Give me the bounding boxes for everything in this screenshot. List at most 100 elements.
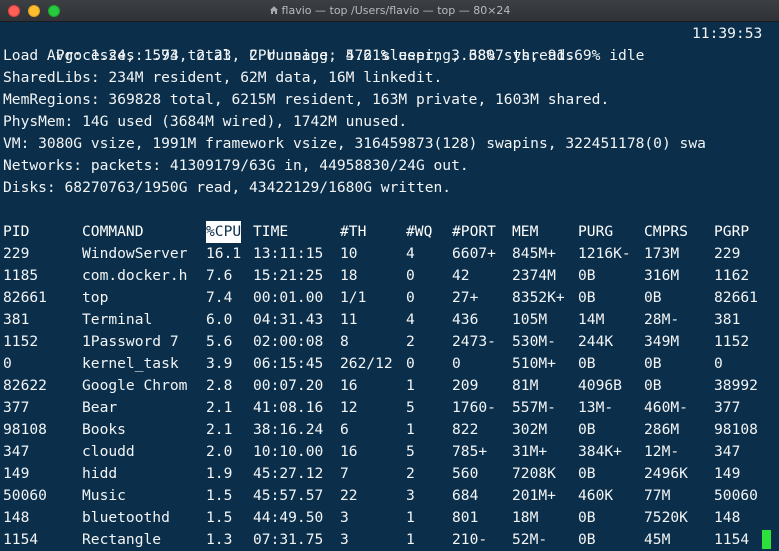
table-cell-time: 07:31.75	[253, 531, 324, 548]
table-cell-mem: 81M	[512, 377, 539, 394]
table-cell-threads: 12	[340, 399, 358, 416]
table-cell-pid: 1185	[3, 267, 39, 284]
table-cell-command: bluetoothd	[82, 509, 170, 526]
table-cell-cmprs: 77M	[644, 487, 671, 504]
table-cell-pgrp: 148	[714, 509, 741, 526]
column-header-purg: PURG	[578, 223, 614, 240]
table-cell-cpu: 5.6	[206, 333, 233, 350]
table-cell-command: top	[82, 289, 109, 306]
table-cell-pgrp: 38992	[714, 377, 758, 394]
table-cell-cpu: 2.0	[206, 443, 233, 460]
table-cell-command: Music	[82, 487, 126, 504]
table-cell-command: Terminal	[82, 311, 153, 328]
table-cell-cpu: 7.6	[206, 267, 233, 284]
sharedlibs-line: SharedLibs: 234M resident, 62M data, 16M…	[3, 69, 443, 86]
table-cell-time: 38:16.24	[253, 421, 324, 438]
column-header-cpu[interactable]: %CPU	[206, 221, 242, 243]
table-cell-threads: 3	[340, 509, 349, 526]
table-cell-command: hidd	[82, 465, 118, 482]
table-cell-port: 1760-	[452, 399, 496, 416]
column-header-wq: #WQ	[406, 223, 433, 240]
table-cell-purg: 0B	[578, 421, 596, 438]
table-cell-cmprs: 286M	[644, 421, 680, 438]
table-cell-port: 0	[452, 355, 461, 372]
table-cell-command: 1Password 7	[82, 333, 179, 350]
table-cell-time: 45:27.12	[253, 465, 324, 482]
table-cell-port: 27+	[452, 289, 479, 306]
table-cell-mem: 31M+	[512, 443, 548, 460]
table-cell-mem: 52M-	[512, 531, 548, 548]
table-cell-port: 560	[452, 465, 479, 482]
table-cell-cmprs: 0B	[644, 289, 662, 306]
table-cell-pgrp: 149	[714, 465, 741, 482]
terminal-cursor	[762, 530, 771, 549]
table-cell-cpu: 2.1	[206, 399, 233, 416]
table-cell-cpu: 7.4	[206, 289, 233, 306]
table-cell-pid: 1152	[3, 333, 39, 350]
table-cell-cmprs: 28M-	[644, 311, 680, 328]
table-cell-time: 45:57.57	[253, 487, 324, 504]
terminal-content[interactable]: Processes: 574 total, 2 running, 572 sle…	[0, 23, 779, 551]
table-cell-mem: 18M	[512, 509, 539, 526]
table-cell-threads: 16	[340, 443, 358, 460]
table-cell-time: 13:11:15	[253, 245, 324, 262]
table-cell-pid: 229	[3, 245, 30, 262]
table-cell-port: 6607+	[452, 245, 496, 262]
table-cell-wq: 3	[406, 487, 415, 504]
table-cell-port: 785+	[452, 443, 488, 460]
table-cell-mem: 845M+	[512, 245, 556, 262]
table-cell-purg: 4096B	[578, 377, 622, 394]
table-cell-cpu: 2.1	[206, 421, 233, 438]
table-cell-wq: 5	[406, 399, 415, 416]
table-cell-cpu: 6.0	[206, 311, 233, 328]
table-cell-cpu: 1.5	[206, 509, 233, 526]
table-cell-cmprs: 173M	[644, 245, 680, 262]
home-folder-icon	[269, 6, 278, 14]
table-cell-purg: 0B	[578, 509, 596, 526]
load-avg-line: Load Avg: 1.24, 1.93, 2.23 CPU usage: 4.…	[3, 47, 645, 64]
table-cell-command: kernel_task	[82, 355, 179, 372]
table-cell-command: Books	[82, 421, 126, 438]
table-cell-cmprs: 349M	[644, 333, 680, 350]
column-header-mem: MEM	[512, 223, 539, 240]
table-cell-wq: 2	[406, 465, 415, 482]
table-cell-time: 00:07.20	[253, 377, 324, 394]
table-cell-cmprs: 2496K	[644, 465, 688, 482]
table-cell-threads: 22	[340, 487, 358, 504]
table-cell-pgrp: 98108	[714, 421, 758, 438]
table-cell-mem: 557M-	[512, 399, 556, 416]
table-cell-command: cloudd	[82, 443, 135, 460]
table-cell-command: com.docker.h	[82, 267, 188, 284]
table-cell-pgrp: 347	[714, 443, 741, 460]
table-cell-threads: 262/12	[340, 355, 393, 372]
table-cell-threads: 6	[340, 421, 349, 438]
table-cell-mem: 302M	[512, 421, 548, 438]
table-cell-threads: 11	[340, 311, 358, 328]
title-bar[interactable]: flavio — top /Users/flavio — top — 80×24	[0, 0, 779, 22]
table-cell-pgrp: 0	[714, 355, 723, 372]
table-cell-pid: 377	[3, 399, 30, 416]
table-cell-cmprs: 7520K	[644, 509, 688, 526]
table-cell-purg: 0B	[578, 289, 596, 306]
memregions-line: MemRegions: 369828 total, 6215M resident…	[3, 91, 610, 108]
table-cell-cmprs: 316M	[644, 267, 680, 284]
table-cell-pid: 82622	[3, 377, 47, 394]
table-cell-mem: 7208K	[512, 465, 556, 482]
table-cell-cmprs: 45M	[644, 531, 671, 548]
table-cell-cpu: 3.9	[206, 355, 233, 372]
table-cell-pgrp: 377	[714, 399, 741, 416]
table-cell-pgrp: 1162	[714, 267, 750, 284]
table-cell-wq: 1	[406, 531, 415, 548]
table-cell-command: Rectangle	[82, 531, 162, 548]
table-cell-threads: 1/1	[340, 289, 367, 306]
table-cell-wq: 1	[406, 377, 415, 394]
table-cell-time: 00:01.00	[253, 289, 324, 306]
table-cell-purg: 13M-	[578, 399, 614, 416]
table-cell-cpu: 1.9	[206, 465, 233, 482]
clock: 11:39:53	[692, 25, 763, 42]
table-cell-purg: 460K	[578, 487, 614, 504]
table-cell-cmprs: 12M-	[644, 443, 680, 460]
table-cell-pid: 50060	[3, 487, 47, 504]
disks-line: Disks: 68270763/1950G read, 43422129/168…	[3, 179, 452, 196]
table-cell-mem: 8352K+	[512, 289, 565, 306]
